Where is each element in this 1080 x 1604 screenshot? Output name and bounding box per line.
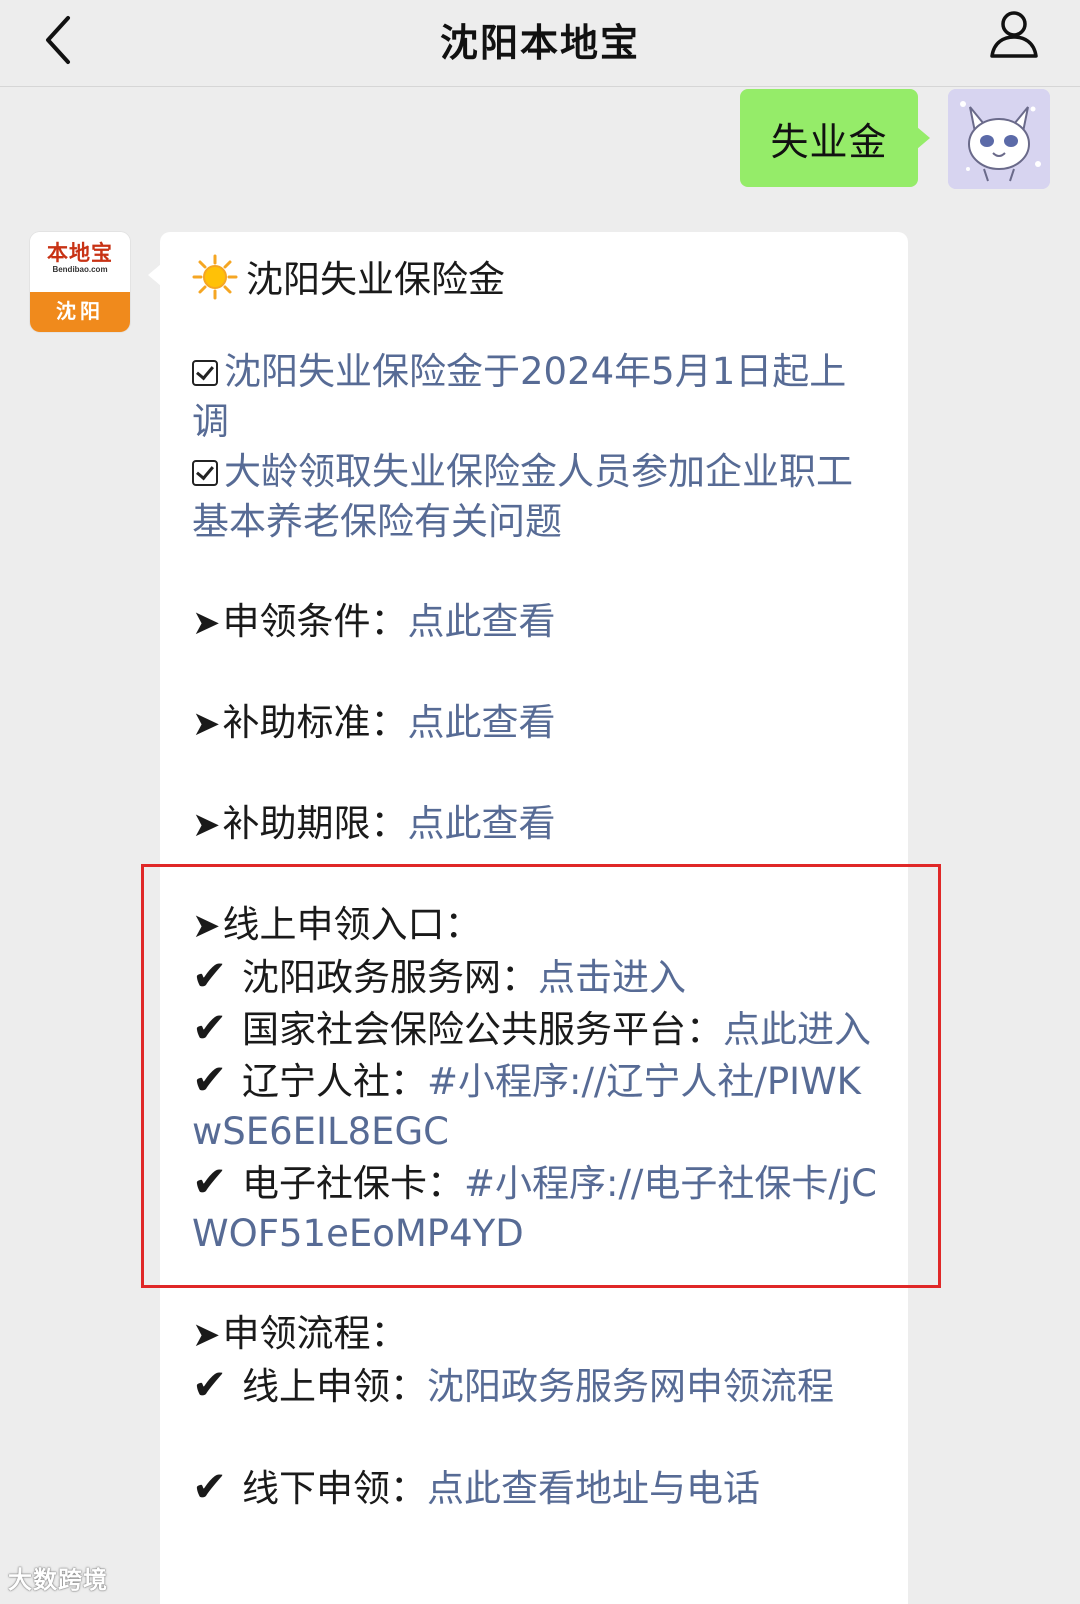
bendibao-logo: 本地宝 Bendibao.com bbox=[30, 232, 130, 292]
avatar-city-label: 沈阳 bbox=[30, 292, 130, 332]
info-item: ➤补助标准：点此查看 bbox=[192, 698, 882, 749]
message-heading: 沈阳失业保险金 bbox=[192, 254, 882, 305]
online-entry: ✔ 辽宁人社：#小程序://辽宁人社/PIWKwSE6EIL8EGC bbox=[192, 1055, 882, 1157]
entry-label: 线下申领： bbox=[242, 1467, 427, 1510]
checkbox-icon bbox=[192, 460, 218, 486]
checkmark-icon: ✔ bbox=[192, 1360, 228, 1409]
cat-avatar-icon bbox=[948, 89, 1050, 189]
checkmark-icon: ✔ bbox=[192, 1462, 228, 1511]
section-title: ➤申领流程： bbox=[192, 1309, 882, 1360]
news-item: 大龄领取失业保险金人员参加企业职工基本养老保险有关问题 bbox=[192, 447, 882, 547]
bot-message-bubble: 沈阳失业保险金 沈阳失业保险金于2024年5月1日起上调 大龄领取失业保险金人员… bbox=[148, 232, 908, 1604]
online-entry: ✔ 国家社会保险公共服务平台：点此进入 bbox=[192, 1003, 882, 1055]
heading-text: 沈阳失业保险金 bbox=[246, 258, 505, 301]
info-link[interactable]: 点此查看 bbox=[408, 701, 556, 744]
news-link[interactable]: 沈阳失业保险金于2024年5月1日起上调 bbox=[192, 350, 846, 443]
checkbox-icon bbox=[192, 360, 218, 386]
process-entry: ✔ 线下申领：点此查看地址与电话 bbox=[192, 1462, 882, 1514]
process-section-title: 申领流程： bbox=[222, 1312, 408, 1355]
news-item: 沈阳失业保险金于2024年5月1日起上调 bbox=[192, 347, 882, 447]
online-entry: ✔ 电子社保卡：#小程序://电子社保卡/jCWOF51eEoMP4YD bbox=[192, 1157, 882, 1259]
entry-link[interactable]: 点击进入 bbox=[538, 956, 686, 999]
online-entry: ✔ 沈阳政务服务网：点击进入 bbox=[192, 951, 882, 1003]
info-label: 申领条件： bbox=[222, 600, 408, 643]
entry-label: 国家社会保险公共服务平台： bbox=[242, 1008, 723, 1051]
section-title: ➤线上申领入口： bbox=[192, 900, 882, 951]
entry-link[interactable]: 点此查看地址与电话 bbox=[427, 1467, 760, 1510]
entry-label: 辽宁人社： bbox=[242, 1060, 427, 1103]
entry-link[interactable]: 点此进入 bbox=[723, 1008, 871, 1051]
user-message-text: 失业金 bbox=[770, 119, 888, 164]
top-bar: 沈阳本地宝 bbox=[0, 0, 1080, 87]
entry-label: 电子社保卡： bbox=[242, 1162, 464, 1205]
process-entry: ✔ 线上申领：沈阳政务服务网申领流程 bbox=[192, 1360, 882, 1412]
info-label: 补助期限： bbox=[222, 802, 408, 845]
arrow-bullet-icon: ➤ bbox=[192, 805, 221, 845]
logo-subtext: Bendibao.com bbox=[52, 265, 108, 274]
page-title: 沈阳本地宝 bbox=[439, 21, 640, 65]
news-link[interactable]: 大龄领取失业保险金人员参加企业职工基本养老保险有关问题 bbox=[192, 450, 853, 543]
info-label: 补助标准： bbox=[222, 701, 408, 744]
user-avatar[interactable] bbox=[948, 89, 1050, 189]
watermark: 大数跨境 bbox=[8, 1566, 108, 1594]
entry-label: 线上申领： bbox=[242, 1365, 427, 1408]
info-link[interactable]: 点此查看 bbox=[408, 802, 556, 845]
arrow-bullet-icon: ➤ bbox=[192, 704, 221, 744]
checkmark-icon: ✔ bbox=[192, 1055, 228, 1104]
sun-icon bbox=[192, 254, 238, 300]
arrow-bullet-icon: ➤ bbox=[192, 603, 221, 643]
online-section-title: 线上申领入口： bbox=[222, 903, 482, 946]
entry-label: 沈阳政务服务网： bbox=[242, 956, 538, 999]
checkmark-icon: ✔ bbox=[192, 951, 228, 1000]
user-message-bubble[interactable]: 失业金 bbox=[740, 89, 930, 187]
arrow-bullet-icon: ➤ bbox=[192, 906, 221, 946]
info-item: ➤申领条件：点此查看 bbox=[192, 597, 882, 648]
bot-avatar[interactable]: 本地宝 Bendibao.com 沈阳 bbox=[30, 232, 130, 332]
arrow-bullet-icon: ➤ bbox=[192, 1315, 221, 1355]
profile-icon[interactable] bbox=[988, 8, 1040, 60]
info-link[interactable]: 点此查看 bbox=[408, 600, 556, 643]
bot-message-content: 沈阳失业保险金 沈阳失业保险金于2024年5月1日起上调 大龄领取失业保险金人员… bbox=[192, 254, 882, 1514]
info-item: ➤补助期限：点此查看 bbox=[192, 799, 882, 850]
checkmark-icon: ✔ bbox=[192, 1157, 228, 1206]
entry-link[interactable]: 沈阳政务服务网申领流程 bbox=[427, 1365, 834, 1408]
checkmark-icon: ✔ bbox=[192, 1003, 228, 1052]
logo-text: 本地宝 bbox=[47, 241, 113, 265]
